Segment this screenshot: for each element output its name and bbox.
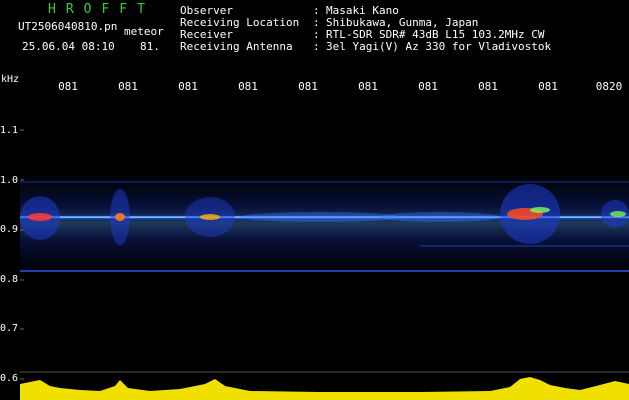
freq-tick-1.0: 1.0	[0, 175, 19, 186]
capture-datetime: 25.06.04 08:10	[22, 40, 115, 53]
antenna-key: Receiving Antenna	[180, 40, 293, 53]
time-tick-9: 081	[538, 80, 558, 93]
time-tick-2: 081	[118, 80, 138, 93]
freq-tick-1.1: 1.1	[0, 125, 19, 136]
meteor-count: 81.	[140, 40, 160, 53]
signal-level-meter	[20, 377, 629, 400]
file-name: UT2506040810.pn	[18, 20, 118, 33]
freq-tick-0.9: 0.9	[0, 224, 19, 235]
time-tick-5: 081	[298, 80, 318, 93]
antenna-colon: :	[313, 40, 320, 53]
frequency-unit-label: kHz	[1, 74, 20, 85]
time-tick-8: 081	[478, 80, 498, 93]
time-tick-10: 0820	[595, 80, 623, 93]
freq-tick-0.7: 0.7	[0, 323, 19, 334]
app-brand: HROFFT	[48, 2, 155, 17]
time-tick-3: 081	[178, 80, 198, 93]
antenna-value: 3el Yagi(V) Az 330 for Vladivostok	[326, 40, 552, 53]
hrofft-window: HROFFT UT2506040810.pn meteor 25.06.04 0…	[0, 0, 629, 400]
time-tick-4: 081	[238, 80, 258, 93]
file-extension: meteor	[124, 25, 164, 38]
freq-tick-0.6: 0.6	[0, 373, 19, 384]
time-tick-6: 081	[358, 80, 378, 93]
time-tick-7: 081	[418, 80, 438, 93]
time-tick-1: 081	[58, 80, 78, 93]
spectrogram-plot	[20, 129, 629, 400]
freq-tick-0.8: 0.8	[0, 274, 19, 285]
